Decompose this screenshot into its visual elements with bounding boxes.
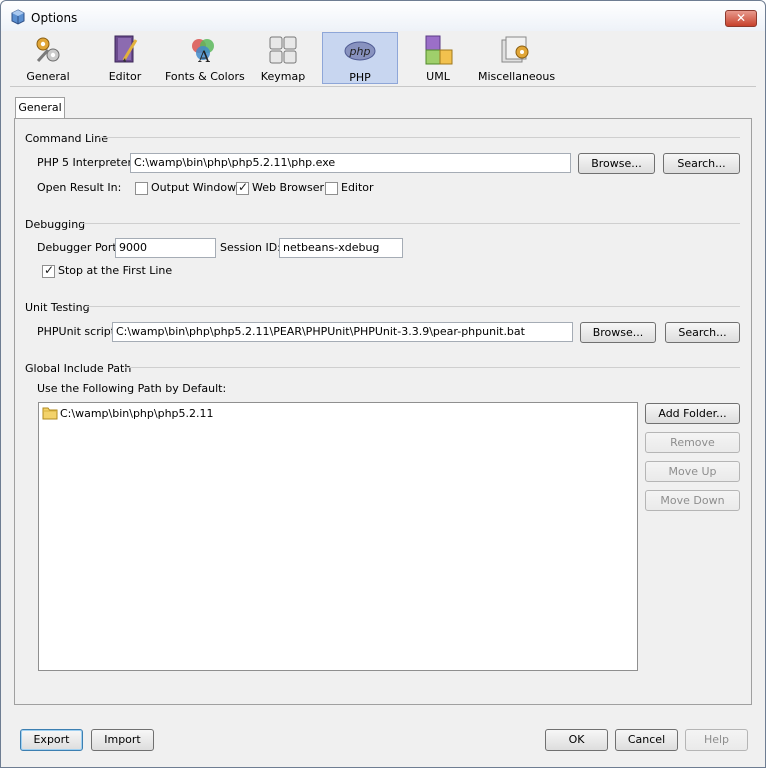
- category-general[interactable]: General: [11, 32, 85, 84]
- import-button[interactable]: Import: [91, 729, 154, 751]
- unit-testing-heading: Unit Testing: [25, 301, 90, 314]
- editor-label: Editor: [341, 181, 374, 194]
- add-folder-button[interactable]: Add Folder...: [645, 403, 740, 424]
- remove-button[interactable]: Remove: [645, 432, 740, 453]
- fonts-colors-icon: A: [192, 39, 214, 66]
- window-title: Options: [31, 11, 78, 25]
- category-uml[interactable]: UML: [401, 32, 475, 84]
- keyboard-icon: [269, 36, 297, 64]
- close-button[interactable]: ✕: [725, 10, 757, 27]
- category-label: Miscellaneous: [478, 70, 556, 83]
- category-label: Fonts & Colors: [165, 70, 245, 83]
- phpunit-search-button[interactable]: Search...: [665, 322, 740, 343]
- checkmark-icon: ✓: [237, 180, 249, 194]
- category-keymap[interactable]: Keymap: [246, 32, 320, 84]
- debugging-heading: Debugging: [25, 218, 86, 231]
- cancel-button[interactable]: Cancel: [615, 729, 678, 751]
- debugger-port-label: Debugger Port:: [37, 241, 121, 254]
- php-icon: php: [344, 41, 376, 61]
- ok-button[interactable]: OK: [545, 729, 608, 751]
- category-label: PHP: [349, 71, 371, 84]
- interpreter-field[interactable]: C:\wamp\bin\php\php5.2.11\php.exe: [130, 153, 571, 173]
- category-label: Keymap: [260, 70, 306, 83]
- gears-icon: [36, 37, 60, 63]
- uml-icon: [425, 35, 453, 65]
- category-fonts-colors[interactable]: A Fonts & Colors: [165, 32, 245, 84]
- output-window-checkbox[interactable]: [135, 182, 148, 195]
- section-divider: [125, 367, 740, 368]
- close-icon: ✕: [735, 11, 747, 25]
- use-default-label: Use the Following Path by Default:: [37, 382, 227, 395]
- section-divider: [99, 137, 740, 138]
- svg-text:A: A: [197, 47, 210, 66]
- move-down-button[interactable]: Move Down: [645, 490, 740, 511]
- export-button[interactable]: Export: [20, 729, 83, 751]
- php-badge-text: php: [349, 45, 371, 58]
- web-browser-checkbox[interactable]: ✓: [236, 180, 249, 195]
- tab-general[interactable]: General: [15, 97, 65, 119]
- category-editor[interactable]: Editor: [88, 32, 162, 84]
- category-miscellaneous[interactable]: Miscellaneous: [478, 32, 556, 84]
- move-up-button[interactable]: Move Up: [645, 461, 740, 482]
- stop-first-line-label: Stop at the First Line: [58, 264, 173, 277]
- debugger-port-field[interactable]: 9000: [115, 238, 216, 258]
- category-toolbar: General Editor A Fonts & Colors Keymap p…: [10, 31, 756, 85]
- options-window: Options ✕ General Editor A Fonts & Color…: [0, 0, 766, 768]
- open-result-label: Open Result In:: [37, 181, 122, 194]
- category-php[interactable]: php PHP: [322, 32, 398, 84]
- output-window-label: Output Window: [151, 181, 237, 194]
- category-label: Editor: [108, 70, 142, 83]
- include-path-heading: Global Include Path: [25, 362, 132, 375]
- editor-checkbox[interactable]: [325, 182, 338, 195]
- phpunit-browse-button[interactable]: Browse...: [580, 322, 656, 343]
- title-bar: Options ✕: [1, 1, 765, 31]
- checkmark-icon: ✓: [43, 263, 55, 277]
- editor-icon: [114, 35, 138, 63]
- toolbar-divider: [10, 86, 756, 87]
- session-id-field[interactable]: netbeans-xdebug: [279, 238, 403, 258]
- interpreter-label: PHP 5 Interpreter:: [37, 156, 136, 169]
- interpreter-search-button[interactable]: Search...: [663, 153, 740, 174]
- path-text: C:\wamp\bin\php\php5.2.11: [60, 407, 214, 420]
- netbeans-cube-icon: [11, 9, 25, 25]
- phpunit-script-field[interactable]: C:\wamp\bin\php\php5.2.11\PEAR\PHPUnit\P…: [112, 322, 573, 342]
- interpreter-browse-button[interactable]: Browse...: [578, 153, 655, 174]
- folder-icon: [42, 407, 58, 420]
- category-label: General: [26, 70, 70, 83]
- section-divider: [81, 223, 740, 224]
- help-button[interactable]: Help: [685, 729, 748, 751]
- stop-first-line-checkbox[interactable]: ✓: [42, 263, 55, 278]
- category-label: UML: [426, 70, 450, 83]
- misc-icon: [501, 36, 529, 63]
- section-divider: [87, 306, 740, 307]
- session-id-label: Session ID:: [220, 241, 281, 254]
- web-browser-label: Web Browser: [252, 181, 325, 194]
- command-line-heading: Command Line: [25, 132, 108, 145]
- phpunit-script-label: PHPUnit script:: [37, 325, 119, 338]
- include-path-list[interactable]: C:\wamp\bin\php\php5.2.11: [38, 402, 638, 671]
